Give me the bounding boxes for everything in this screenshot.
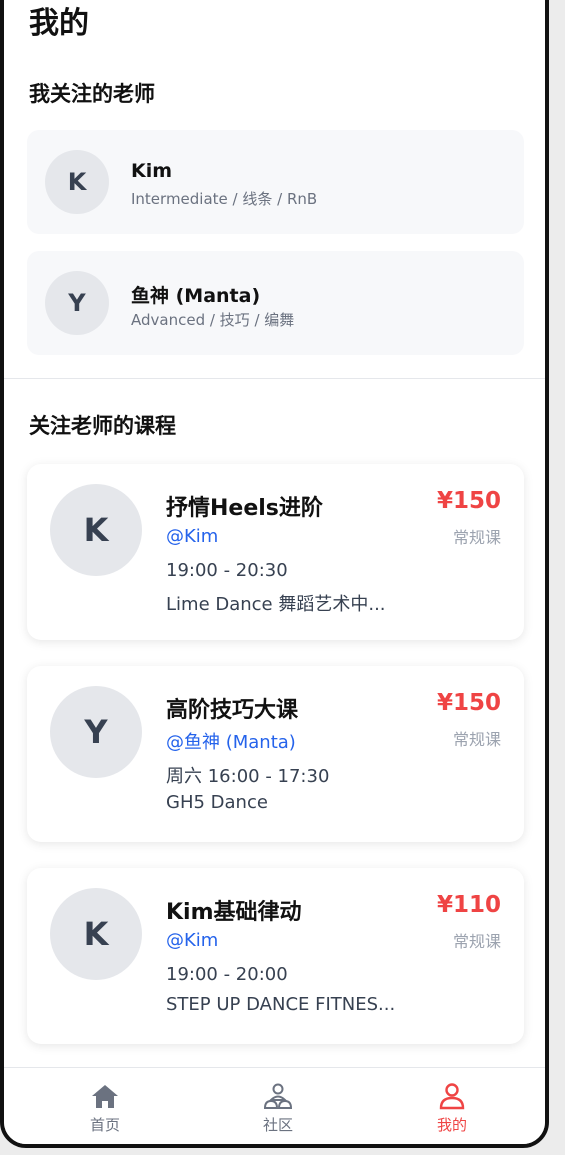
course-teacher-link[interactable]: @Kim	[166, 930, 218, 951]
bottom-tab-bar: 首页 社区 我的	[4, 1067, 545, 1144]
community-icon	[263, 1083, 293, 1109]
course-card[interactable]: Y 高阶技巧大课 @鱼神 (Manta) 周六 16:00 - 17:30 GH…	[27, 666, 524, 842]
tab-community-label: 社区	[262, 1116, 293, 1134]
tab-home[interactable]: 首页	[45, 1068, 165, 1144]
course-teacher-link[interactable]: @鱼神 (Manta)	[166, 728, 296, 754]
teacher-card[interactable]: K Kim Intermediate / 线条 / RnB	[27, 130, 524, 234]
course-price: ¥150	[436, 690, 501, 716]
avatar: K	[45, 150, 109, 214]
course-card[interactable]: K Kim基础律动 @Kim 19:00 - 20:00 STEP UP DAN…	[27, 868, 524, 1044]
section-divider	[4, 378, 545, 379]
tab-profile-label: 我的	[436, 1116, 467, 1134]
course-title: 高阶技巧大课	[166, 698, 299, 723]
course-time: 周六 16:00 - 17:30	[166, 766, 330, 787]
course-venue: Lime Dance 舞蹈艺术中...	[166, 594, 386, 615]
avatar: K	[50, 484, 142, 576]
teacher-name: Kim	[131, 160, 173, 182]
avatar: Y	[50, 686, 142, 778]
teacher-tags: Advanced / 技巧 / 编舞	[131, 311, 295, 329]
teacher-name: 鱼神 (Manta)	[131, 285, 261, 307]
course-venue: STEP UP DANCE FITNES...	[166, 994, 396, 1015]
teacher-tags: Intermediate / 线条 / RnB	[131, 190, 318, 208]
courses-title: 关注老师的课程	[29, 414, 176, 438]
avatar: Y	[45, 271, 109, 335]
followed-teachers-title: 我关注的老师	[29, 82, 155, 106]
course-card[interactable]: K 抒情Heels进阶 @Kim 19:00 - 20:30 Lime Danc…	[27, 464, 524, 640]
course-type: 常规课	[452, 932, 501, 951]
course-price: ¥110	[436, 892, 501, 918]
course-venue: GH5 Dance	[166, 792, 268, 813]
tab-home-label: 首页	[89, 1116, 120, 1134]
teacher-card[interactable]: Y 鱼神 (Manta) Advanced / 技巧 / 编舞	[27, 251, 524, 355]
course-title: Kim基础律动	[166, 900, 302, 925]
course-price: ¥150	[436, 488, 501, 514]
course-time: 19:00 - 20:00	[166, 964, 288, 985]
course-title: 抒情Heels进阶	[166, 496, 323, 521]
avatar: K	[50, 888, 142, 980]
tab-profile[interactable]: 我的	[392, 1068, 512, 1144]
course-type: 常规课	[452, 528, 501, 547]
profile-icon	[439, 1083, 465, 1110]
page-title: 我的	[29, 6, 89, 41]
course-teacher-link[interactable]: @Kim	[166, 526, 218, 547]
tab-community[interactable]: 社区	[218, 1068, 338, 1144]
course-type: 常规课	[452, 730, 501, 749]
home-icon	[92, 1085, 118, 1108]
phone-screen: 我的 我关注的老师 K Kim Intermediate / 线条 / RnB …	[0, 0, 549, 1148]
course-time: 19:00 - 20:30	[166, 560, 288, 581]
